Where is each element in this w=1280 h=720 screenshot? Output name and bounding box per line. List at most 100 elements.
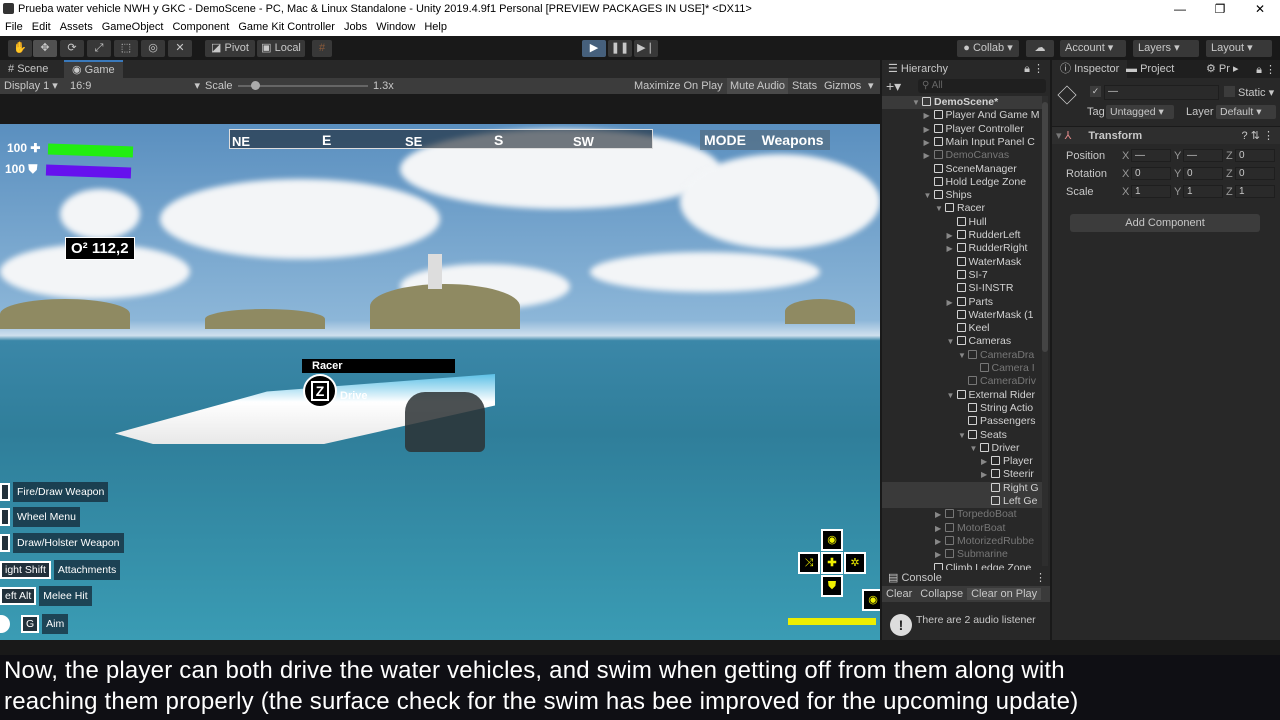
hierarchy-item[interactable]: Camera I: [882, 362, 1042, 375]
hierarchy-item[interactable]: ▶ MotorBoat: [882, 522, 1042, 535]
foldout-arrow-icon[interactable]: ▼: [947, 389, 957, 402]
hierarchy-item[interactable]: Hull: [882, 216, 1042, 229]
add-component-button[interactable]: Add Component: [1070, 214, 1260, 232]
layer-dropdown[interactable]: Default ▾: [1216, 105, 1276, 119]
rect-tool-icon[interactable]: ⬚: [114, 40, 138, 57]
maximize-on-play-toggle[interactable]: Maximize On Play: [634, 78, 723, 94]
hierarchy-item[interactable]: ▶ RudderLeft: [882, 229, 1042, 242]
foldout-arrow-icon[interactable]: ▶: [924, 136, 934, 149]
gizmos-toggle[interactable]: Gizmos: [824, 78, 861, 94]
menu-gameobject[interactable]: GameObject: [102, 21, 164, 33]
minimize-button[interactable]: —: [1160, 0, 1200, 18]
menu-help[interactable]: Help: [424, 21, 447, 33]
lock-icon[interactable]: 🔒︎ ⋮: [1256, 63, 1276, 77]
hierarchy-search-input[interactable]: ⚲ All: [918, 79, 1046, 93]
transform-z-field[interactable]: 0: [1235, 167, 1275, 180]
transform-x-field[interactable]: —: [1131, 149, 1171, 162]
transform-y-field[interactable]: 0: [1183, 167, 1223, 180]
hierarchy-item[interactable]: ▼ Ships: [882, 189, 1042, 202]
layers-dropdown[interactable]: Layers ▾: [1133, 40, 1199, 57]
scale-slider-knob[interactable]: [251, 81, 260, 90]
game-view[interactable]: 100 ✚ 100 ⛊ O² 112,2 NE E SE S SW MODE W…: [0, 124, 880, 640]
move-tool-icon[interactable]: ✥: [33, 40, 57, 57]
grid-snap-icon[interactable]: #: [312, 40, 332, 57]
foldout-arrow-icon[interactable]: ▼: [935, 202, 945, 215]
foldout-arrow-icon[interactable]: ▼: [924, 189, 934, 202]
console-message[interactable]: There are 2 audio listener: [916, 614, 1042, 626]
foldout-arrow-icon[interactable]: ▶: [947, 229, 957, 242]
hierarchy-item[interactable]: ▶ Submarine: [882, 548, 1042, 561]
hierarchy-item[interactable]: ▶ MotorizedRubbe: [882, 535, 1042, 548]
hierarchy-item[interactable]: ▼ Racer: [882, 202, 1042, 215]
transform-x-field[interactable]: 1: [1131, 185, 1171, 198]
static-checkbox[interactable]: [1224, 86, 1235, 97]
tab-project[interactable]: ▬ Project: [1118, 60, 1182, 78]
menu-edit[interactable]: Edit: [32, 21, 51, 33]
transform-x-field[interactable]: 0: [1131, 167, 1171, 180]
stats-toggle[interactable]: Stats: [792, 78, 817, 94]
foldout-arrow-icon[interactable]: ▶: [935, 535, 945, 548]
menu-component[interactable]: Component: [172, 21, 229, 33]
transform-y-field[interactable]: —: [1183, 149, 1223, 162]
hierarchy-item[interactable]: ▶ DemoCanvas: [882, 149, 1042, 162]
scale-tool-icon[interactable]: ⤢: [87, 40, 111, 57]
hierarchy-item[interactable]: ▼ CameraDra: [882, 349, 1042, 362]
hierarchy-item[interactable]: ▶ Player And Game M: [882, 109, 1042, 122]
menu-window[interactable]: Window: [376, 21, 415, 33]
hierarchy-item[interactable]: ▶ TorpedoBoat: [882, 508, 1042, 521]
tab-game[interactable]: ◉ Game: [64, 60, 123, 78]
foldout-arrow-icon[interactable]: ▶: [935, 548, 945, 561]
component-menu-icons[interactable]: ? ⇅ ⋮: [1242, 127, 1274, 145]
hierarchy-item[interactable]: WaterMask (1: [882, 309, 1042, 322]
hierarchy-item[interactable]: String Actio: [882, 402, 1042, 415]
foldout-arrow-icon[interactable]: ▶: [981, 455, 991, 468]
custom-tool-icon[interactable]: ✕: [168, 40, 192, 57]
hierarchy-item[interactable]: WaterMask: [882, 256, 1042, 269]
hierarchy-item[interactable]: ▶ Player Controller: [882, 123, 1042, 136]
active-checkbox[interactable]: ✓: [1090, 86, 1101, 97]
clear-on-play-toggle[interactable]: Clear on Play: [967, 588, 1042, 600]
hierarchy-item[interactable]: ▼ DemoScene*: [882, 96, 1042, 110]
hierarchy-item[interactable]: ▼ Driver: [882, 442, 1042, 455]
hierarchy-item[interactable]: ▶ Steerir: [882, 468, 1042, 481]
foldout-arrow-icon[interactable]: ▼: [970, 442, 980, 455]
hierarchy-item[interactable]: Left Ge: [882, 495, 1042, 509]
hierarchy-item[interactable]: ▶ RudderRight: [882, 242, 1042, 255]
tab-project-settings[interactable]: ⚙ Pr ▸: [1198, 60, 1247, 78]
tab-scene[interactable]: # Scene: [0, 60, 56, 78]
hierarchy-item[interactable]: SI-7: [882, 269, 1042, 282]
collab-dropdown[interactable]: ● Collab ▾: [957, 40, 1019, 57]
foldout-arrow-icon[interactable]: ▶: [924, 149, 934, 162]
console-collapse-button[interactable]: Collapse: [916, 588, 967, 600]
static-dropdown[interactable]: Static ▾: [1238, 86, 1274, 99]
foldout-arrow-icon[interactable]: ▶: [935, 522, 945, 535]
display-dropdown[interactable]: Display 1 ▾: [4, 78, 58, 94]
hierarchy-item[interactable]: CameraDriv: [882, 375, 1042, 388]
tab-inspector[interactable]: ⓘ Inspector: [1052, 60, 1128, 78]
foldout-arrow-icon[interactable]: ▼: [958, 429, 968, 442]
account-dropdown[interactable]: Account ▾: [1060, 40, 1126, 57]
scrollbar-thumb[interactable]: [1042, 102, 1048, 352]
close-button[interactable]: ✕: [1240, 0, 1280, 18]
transform-header[interactable]: ▾ ⅄ Transform ? ⇅ ⋮: [1052, 126, 1280, 144]
hierarchy-item[interactable]: Hold Ledge Zone: [882, 176, 1042, 189]
cloud-icon[interactable]: ☁: [1026, 40, 1054, 57]
foldout-arrow-icon[interactable]: ▶: [947, 242, 957, 255]
hierarchy-tab[interactable]: ☰ Hierarchy 🔒︎ ⋮: [882, 60, 1050, 78]
hand-tool-icon[interactable]: ✋: [8, 40, 32, 57]
scale-slider[interactable]: [238, 81, 368, 90]
hierarchy-item[interactable]: Right G: [882, 481, 1042, 495]
hierarchy-item[interactable]: ▼ Seats: [882, 429, 1042, 442]
foldout-arrow-icon[interactable]: ▼: [958, 349, 968, 362]
create-button[interactable]: +▾: [886, 79, 901, 93]
console-tab[interactable]: ▤ Console ⋮: [882, 570, 1050, 586]
maximize-button[interactable]: ❐: [1200, 0, 1240, 18]
foldout-arrow-icon[interactable]: ▼: [912, 96, 922, 109]
foldout-arrow-icon[interactable]: ▶: [924, 123, 934, 136]
hierarchy-item[interactable]: ▶ Main Input Panel C: [882, 136, 1042, 149]
local-toggle[interactable]: ▣ Local: [257, 40, 305, 57]
hierarchy-item[interactable]: SceneManager: [882, 163, 1042, 176]
name-field[interactable]: —: [1104, 85, 1219, 100]
foldout-arrow-icon[interactable]: ▶: [981, 468, 991, 481]
step-button[interactable]: ▶❘: [634, 40, 658, 57]
